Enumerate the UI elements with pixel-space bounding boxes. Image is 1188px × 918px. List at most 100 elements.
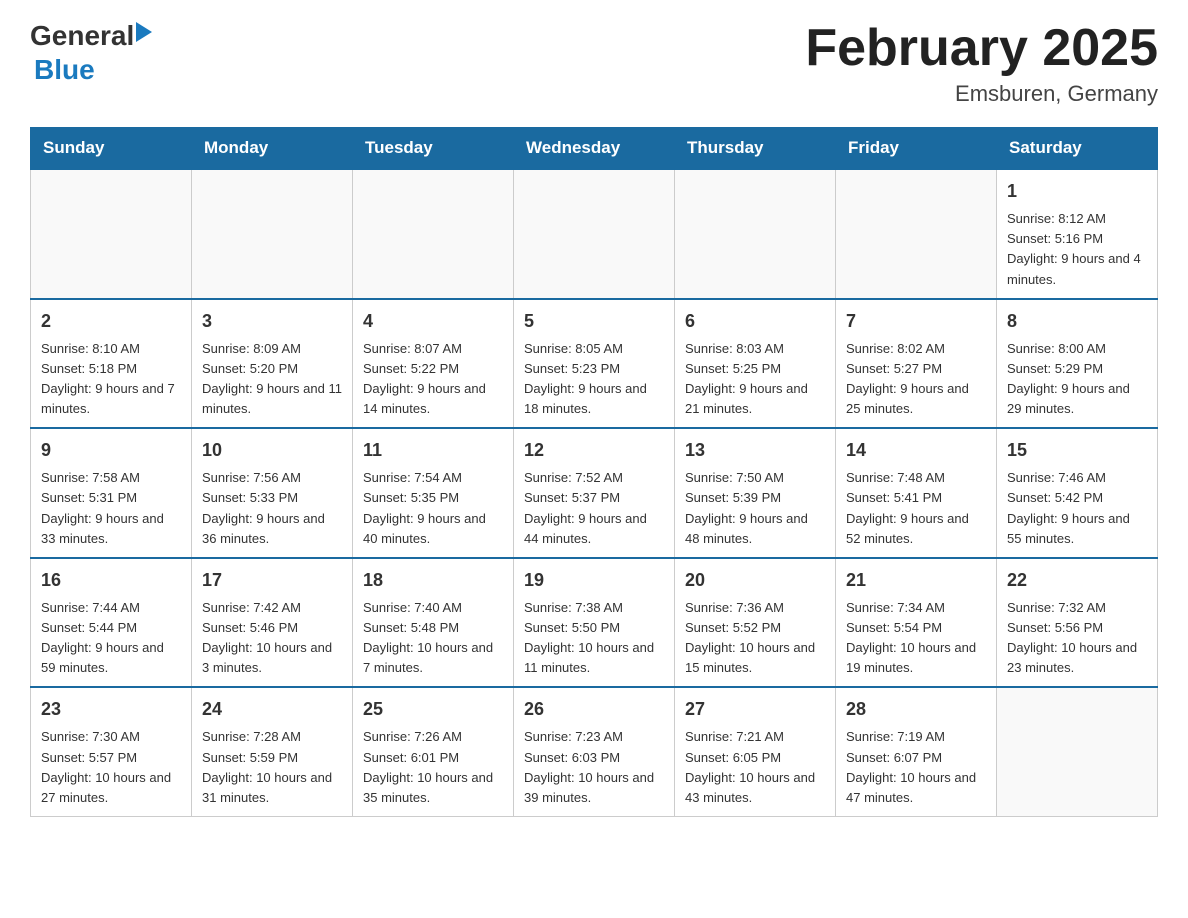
day-info: Sunrise: 7:54 AM Sunset: 5:35 PM Dayligh…	[363, 468, 503, 549]
day-info: Sunrise: 7:48 AM Sunset: 5:41 PM Dayligh…	[846, 468, 986, 549]
calendar-cell: 9 Sunrise: 7:58 AM Sunset: 5:31 PM Daylig…	[31, 428, 192, 558]
page-location: Emsburen, Germany	[805, 81, 1158, 107]
day-info: Sunrise: 8:12 AM Sunset: 5:16 PM Dayligh…	[1007, 209, 1147, 290]
calendar-cell	[31, 169, 192, 299]
day-info: Sunrise: 7:42 AM Sunset: 5:46 PM Dayligh…	[202, 598, 342, 679]
calendar-cell: 21 Sunrise: 7:34 AM Sunset: 5:54 PM Dayli…	[836, 558, 997, 688]
day-number: 9	[41, 437, 181, 464]
day-number: 27	[685, 696, 825, 723]
day-number: 1	[1007, 178, 1147, 205]
week-row-4: 16 Sunrise: 7:44 AM Sunset: 5:44 PM Dayli…	[31, 558, 1158, 688]
calendar-cell	[353, 169, 514, 299]
day-info: Sunrise: 8:09 AM Sunset: 5:20 PM Dayligh…	[202, 339, 342, 420]
header-thursday: Thursday	[675, 128, 836, 170]
day-number: 4	[363, 308, 503, 335]
day-info: Sunrise: 7:30 AM Sunset: 5:57 PM Dayligh…	[41, 727, 181, 808]
day-number: 14	[846, 437, 986, 464]
day-info: Sunrise: 7:44 AM Sunset: 5:44 PM Dayligh…	[41, 598, 181, 679]
page-title: February 2025	[805, 20, 1158, 77]
calendar-cell: 15 Sunrise: 7:46 AM Sunset: 5:42 PM Dayli…	[997, 428, 1158, 558]
day-number: 5	[524, 308, 664, 335]
calendar-cell: 6 Sunrise: 8:03 AM Sunset: 5:25 PM Daylig…	[675, 299, 836, 429]
week-row-3: 9 Sunrise: 7:58 AM Sunset: 5:31 PM Daylig…	[31, 428, 1158, 558]
calendar-cell: 14 Sunrise: 7:48 AM Sunset: 5:41 PM Dayli…	[836, 428, 997, 558]
day-info: Sunrise: 8:07 AM Sunset: 5:22 PM Dayligh…	[363, 339, 503, 420]
day-number: 28	[846, 696, 986, 723]
calendar-cell: 26Sunrise: 7:23 AM Sunset: 6:03 PM Dayli…	[514, 687, 675, 816]
header-sunday: Sunday	[31, 128, 192, 170]
day-number: 17	[202, 567, 342, 594]
calendar-cell: 7Sunrise: 8:02 AM Sunset: 5:27 PM Daylig…	[836, 299, 997, 429]
header-wednesday: Wednesday	[514, 128, 675, 170]
calendar-cell: 5Sunrise: 8:05 AM Sunset: 5:23 PM Daylig…	[514, 299, 675, 429]
calendar-cell: 28 Sunrise: 7:19 AM Sunset: 6:07 PM Dayli…	[836, 687, 997, 816]
day-number: 19	[524, 567, 664, 594]
calendar-table: Sunday Monday Tuesday Wednesday Thursday…	[30, 127, 1158, 817]
day-info: Sunrise: 7:52 AM Sunset: 5:37 PM Dayligh…	[524, 468, 664, 549]
calendar-cell: 20 Sunrise: 7:36 AM Sunset: 5:52 PM Dayli…	[675, 558, 836, 688]
day-info: Sunrise: 8:03 AM Sunset: 5:25 PM Dayligh…	[685, 339, 825, 420]
calendar-header-row: Sunday Monday Tuesday Wednesday Thursday…	[31, 128, 1158, 170]
calendar-cell: 18 Sunrise: 7:40 AM Sunset: 5:48 PM Dayli…	[353, 558, 514, 688]
calendar-cell	[997, 687, 1158, 816]
calendar-cell: 22 Sunrise: 7:32 AM Sunset: 5:56 PM Dayli…	[997, 558, 1158, 688]
calendar-cell: 25Sunrise: 7:26 AM Sunset: 6:01 PM Dayli…	[353, 687, 514, 816]
day-info: Sunrise: 8:10 AM Sunset: 5:18 PM Dayligh…	[41, 339, 181, 420]
day-number: 2	[41, 308, 181, 335]
calendar-cell: 23 Sunrise: 7:30 AM Sunset: 5:57 PM Dayli…	[31, 687, 192, 816]
day-info: Sunrise: 7:34 AM Sunset: 5:54 PM Dayligh…	[846, 598, 986, 679]
calendar-cell: 19Sunrise: 7:38 AM Sunset: 5:50 PM Dayli…	[514, 558, 675, 688]
week-row-2: 2 Sunrise: 8:10 AM Sunset: 5:18 PM Daylig…	[31, 299, 1158, 429]
calendar-cell: 4 Sunrise: 8:07 AM Sunset: 5:22 PM Daylig…	[353, 299, 514, 429]
calendar-cell: 11 Sunrise: 7:54 AM Sunset: 5:35 PM Dayli…	[353, 428, 514, 558]
day-info: Sunrise: 7:19 AM Sunset: 6:07 PM Dayligh…	[846, 727, 986, 808]
day-number: 11	[363, 437, 503, 464]
calendar-cell: 1 Sunrise: 8:12 AM Sunset: 5:16 PM Daylig…	[997, 169, 1158, 299]
calendar-cell	[192, 169, 353, 299]
day-number: 22	[1007, 567, 1147, 594]
calendar-cell	[514, 169, 675, 299]
header-monday: Monday	[192, 128, 353, 170]
day-number: 8	[1007, 308, 1147, 335]
day-info: Sunrise: 7:36 AM Sunset: 5:52 PM Dayligh…	[685, 598, 825, 679]
calendar-cell: 24 Sunrise: 7:28 AM Sunset: 5:59 PM Dayli…	[192, 687, 353, 816]
logo-triangle-icon	[136, 22, 152, 42]
calendar-cell: 13Sunrise: 7:50 AM Sunset: 5:39 PM Dayli…	[675, 428, 836, 558]
day-info: Sunrise: 7:56 AM Sunset: 5:33 PM Dayligh…	[202, 468, 342, 549]
day-info: Sunrise: 7:40 AM Sunset: 5:48 PM Dayligh…	[363, 598, 503, 679]
day-number: 13	[685, 437, 825, 464]
calendar-cell: 3 Sunrise: 8:09 AM Sunset: 5:20 PM Daylig…	[192, 299, 353, 429]
day-info: Sunrise: 7:58 AM Sunset: 5:31 PM Dayligh…	[41, 468, 181, 549]
day-info: Sunrise: 7:46 AM Sunset: 5:42 PM Dayligh…	[1007, 468, 1147, 549]
week-row-5: 23 Sunrise: 7:30 AM Sunset: 5:57 PM Dayli…	[31, 687, 1158, 816]
logo-general-text: General	[30, 20, 134, 52]
day-number: 3	[202, 308, 342, 335]
day-info: Sunrise: 7:28 AM Sunset: 5:59 PM Dayligh…	[202, 727, 342, 808]
day-number: 16	[41, 567, 181, 594]
day-number: 15	[1007, 437, 1147, 464]
day-info: Sunrise: 7:21 AM Sunset: 6:05 PM Dayligh…	[685, 727, 825, 808]
calendar-cell: 17 Sunrise: 7:42 AM Sunset: 5:46 PM Dayli…	[192, 558, 353, 688]
calendar-cell: 27 Sunrise: 7:21 AM Sunset: 6:05 PM Dayli…	[675, 687, 836, 816]
day-number: 10	[202, 437, 342, 464]
day-number: 23	[41, 696, 181, 723]
day-info: Sunrise: 7:32 AM Sunset: 5:56 PM Dayligh…	[1007, 598, 1147, 679]
day-number: 7	[846, 308, 986, 335]
day-number: 20	[685, 567, 825, 594]
calendar-cell: 8Sunrise: 8:00 AM Sunset: 5:29 PM Daylig…	[997, 299, 1158, 429]
calendar-cell: 12 Sunrise: 7:52 AM Sunset: 5:37 PM Dayli…	[514, 428, 675, 558]
day-info: Sunrise: 7:26 AM Sunset: 6:01 PM Dayligh…	[363, 727, 503, 808]
day-number: 12	[524, 437, 664, 464]
day-number: 6	[685, 308, 825, 335]
day-number: 24	[202, 696, 342, 723]
day-number: 21	[846, 567, 986, 594]
logo-blue-text: Blue	[34, 54, 95, 86]
header-friday: Friday	[836, 128, 997, 170]
header-saturday: Saturday	[997, 128, 1158, 170]
calendar-cell: 2 Sunrise: 8:10 AM Sunset: 5:18 PM Daylig…	[31, 299, 192, 429]
day-number: 26	[524, 696, 664, 723]
calendar-cell	[675, 169, 836, 299]
day-number: 18	[363, 567, 503, 594]
logo-area: General Blue	[30, 20, 152, 86]
title-area: February 2025 Emsburen, Germany	[805, 20, 1158, 107]
